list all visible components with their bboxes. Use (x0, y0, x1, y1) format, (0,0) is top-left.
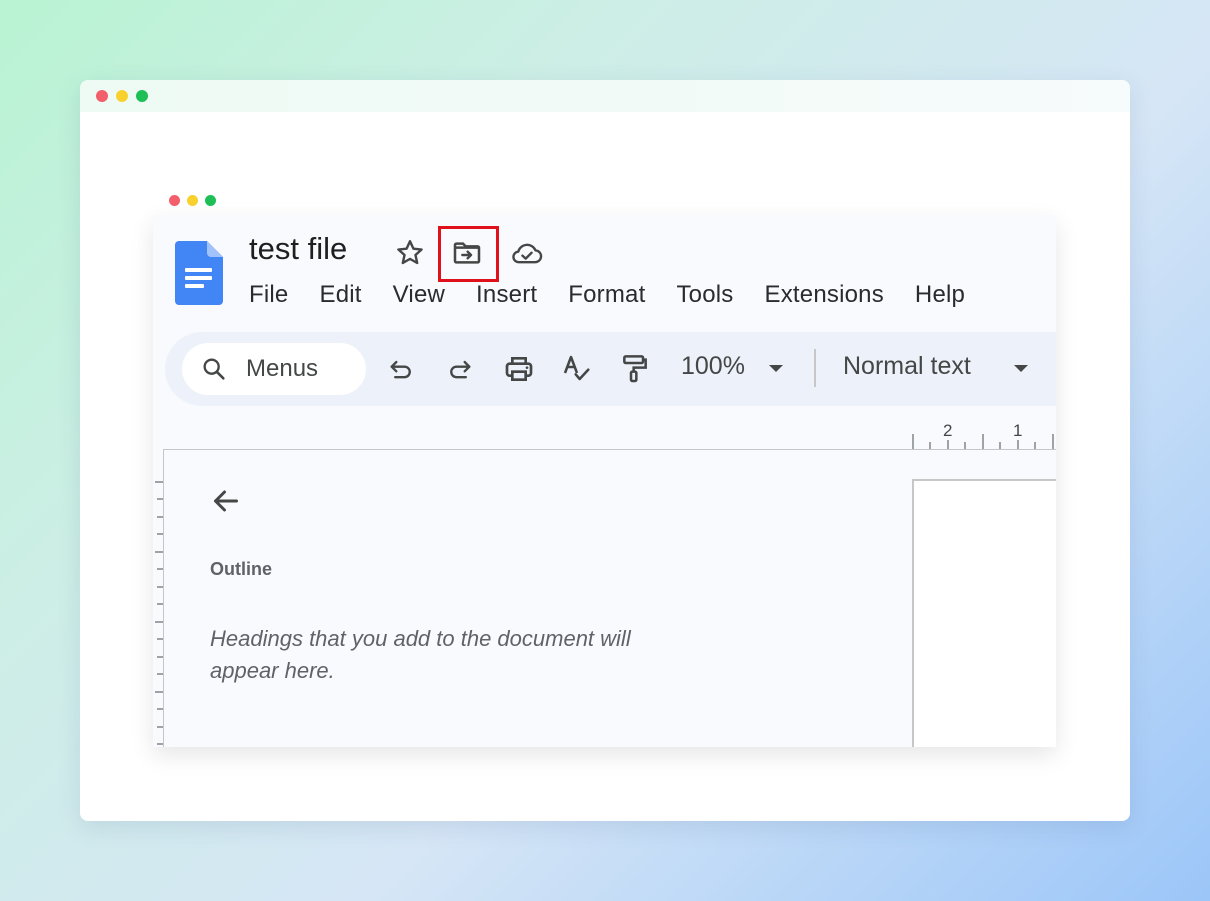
google-docs-icon[interactable] (175, 241, 223, 305)
outer-titlebar (80, 80, 1130, 112)
outline-empty-message: Headings that you add to the document wi… (210, 626, 631, 683)
app-minimize-button[interactable] (187, 195, 198, 206)
app-close-button[interactable] (169, 195, 180, 206)
toolbar-divider (814, 349, 816, 387)
spellcheck-icon (561, 353, 593, 385)
search-menus-label: Menus (246, 355, 319, 382)
menubar: File Edit View Insert Format Tools Exten… (249, 281, 996, 309)
menu-tools[interactable]: Tools (676, 281, 733, 309)
menu-format[interactable]: Format (568, 281, 645, 309)
menu-file[interactable]: File (249, 281, 288, 309)
menu-extensions[interactable]: Extensions (765, 281, 884, 309)
google-docs-app: test file File Edit View Insert Format T… (153, 215, 1056, 747)
menu-edit[interactable]: Edit (319, 281, 361, 309)
star-icon[interactable] (393, 236, 427, 270)
ruler-label: 1 (1013, 421, 1023, 440)
menu-help[interactable]: Help (915, 281, 965, 309)
zoom-caret-icon[interactable] (769, 365, 783, 372)
paragraph-style-select[interactable]: Normal text (843, 352, 971, 381)
redo-button[interactable] (440, 349, 480, 389)
redo-icon (446, 355, 474, 383)
search-menus-input[interactable]: Menus (182, 343, 366, 395)
ruler-label: 2 (943, 421, 953, 440)
cloud-saved-icon[interactable] (510, 236, 544, 270)
outline-heading: Outline (210, 559, 272, 579)
app-traffic-lights (169, 195, 216, 206)
highlight-box (438, 226, 499, 282)
spellcheck-button[interactable] (557, 349, 597, 389)
back-arrow-icon (208, 483, 244, 519)
document-title[interactable]: test file (249, 231, 347, 267)
menu-insert[interactable]: Insert (476, 281, 537, 309)
undo-icon (387, 355, 415, 383)
left-ruler-ticks (155, 481, 163, 745)
app-maximize-button[interactable] (205, 195, 216, 206)
zoom-select[interactable]: 100% (681, 352, 745, 381)
maximize-window-button[interactable] (136, 90, 148, 102)
style-caret-icon[interactable] (1014, 365, 1028, 372)
undo-button[interactable] (381, 349, 421, 389)
paint-format-icon (619, 353, 651, 385)
ruler-ticks (912, 434, 1054, 449)
minimize-window-button[interactable] (116, 90, 128, 102)
print-button[interactable] (499, 349, 539, 389)
paint-format-button[interactable] (615, 349, 655, 389)
menu-view[interactable]: View (393, 281, 445, 309)
close-outline-button[interactable] (208, 483, 244, 519)
print-icon (503, 353, 535, 385)
document-page[interactable] (912, 479, 1056, 747)
search-icon (200, 355, 228, 383)
close-window-button[interactable] (96, 90, 108, 102)
toolbar: Menus 100% Normal text (165, 332, 1056, 406)
